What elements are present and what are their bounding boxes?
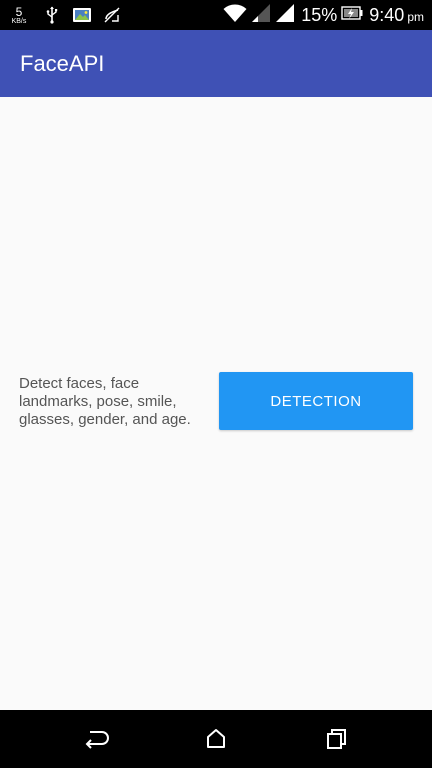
network-speed-value: 5 [15,4,23,19]
app-title: FaceAPI [20,50,105,76]
missed-call-icon [102,5,122,25]
recents-icon[interactable] [316,719,356,759]
status-bar-left: 5 KB/s [0,0,132,30]
signal-icon [275,3,295,28]
navigation-bar [0,710,432,768]
wifi-icon [223,3,247,28]
network-speed-unit: KB/s [11,17,27,25]
detection-description: Detect faces, face landmarks, pose, smil… [19,375,191,428]
clock-time: 9:40 [369,4,405,25]
main-content: Detect faces, face landmarks, pose, smil… [0,97,432,710]
usb-icon [42,5,62,25]
battery-percent: 15% [301,4,338,25]
detection-button[interactable]: DETECTION [219,372,413,430]
status-bar: 5 KB/s 15% 9:40 pm [0,0,432,30]
back-icon[interactable] [76,719,116,759]
network-speed: 5 KB/s [8,6,30,25]
gallery-icon [72,5,92,25]
clock-ampm: pm [407,10,424,24]
battery-icon [341,5,363,25]
app-bar: FaceAPI [0,30,432,97]
home-icon[interactable] [196,719,236,759]
signal-icon [251,3,271,28]
status-bar-right: 15% 9:40 pm [223,0,424,30]
